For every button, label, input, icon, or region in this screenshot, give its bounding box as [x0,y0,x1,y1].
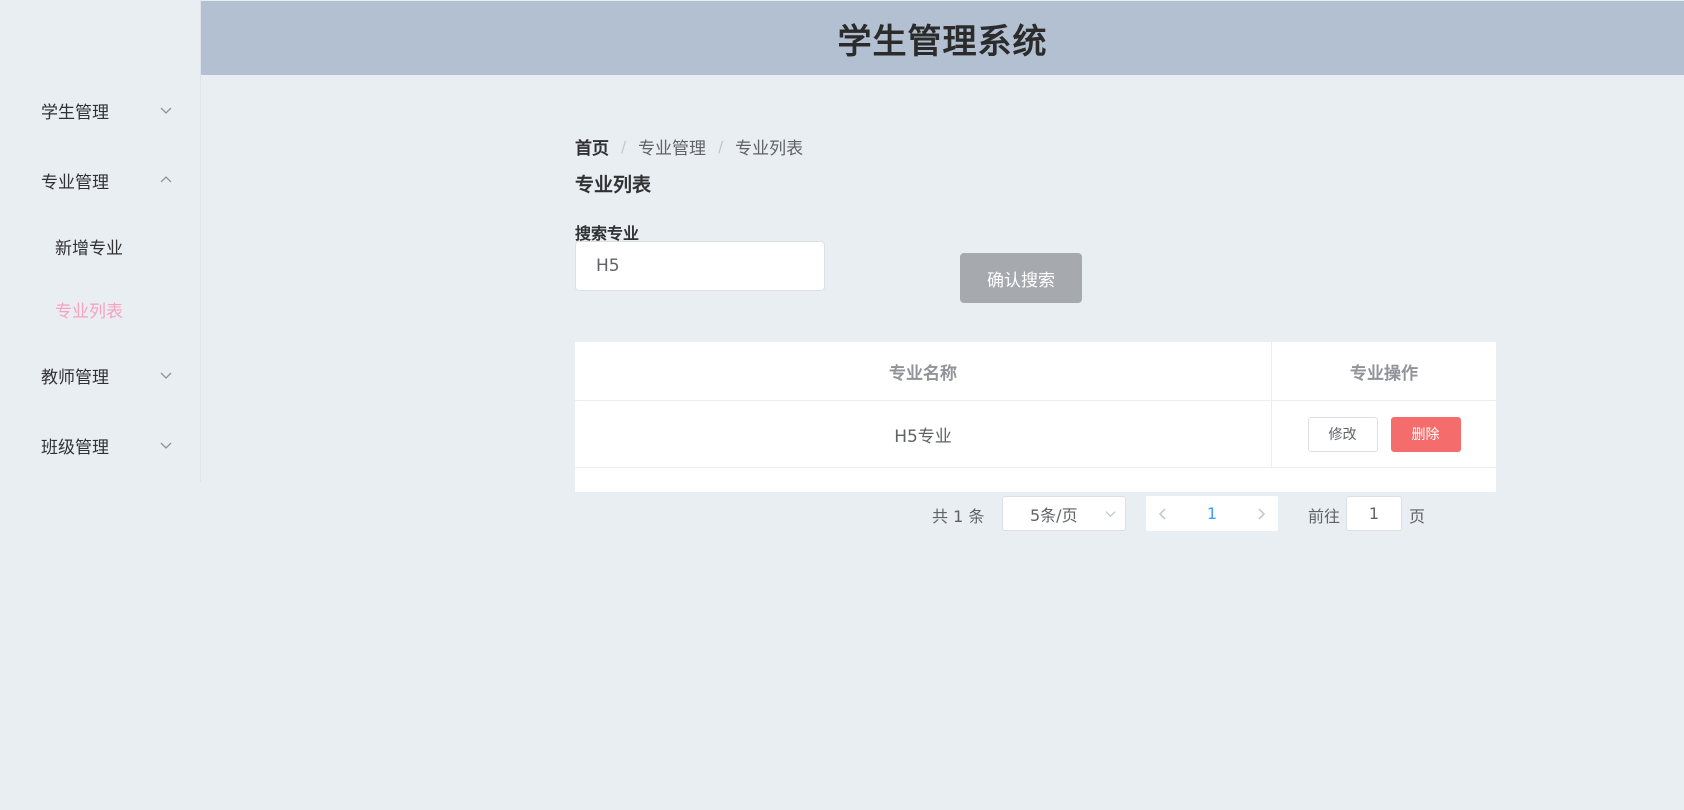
page-number-current[interactable]: 1 [1192,496,1232,531]
chevron-down-icon [1105,511,1116,518]
sidebar-item-student-management[interactable]: 学生管理 [0,82,200,138]
edit-button[interactable]: 修改 [1307,416,1378,452]
app-root: 学生管理 专业管理 新增专业 专业列表 教师管理 班级管理 学生管理系统 首页 … [0,0,1684,810]
sidebar-item-label: 教师管理 [41,367,109,388]
chevron-down-icon [160,442,172,449]
column-header-major-name: 专业名称 [575,342,1272,400]
table-row: H5专业 修改 删除 [575,401,1496,468]
sidebar-item-major-management[interactable]: 专业管理 [0,152,200,208]
page-header: 学生管理系统 [201,1,1684,75]
app-title: 学生管理系统 [837,21,1048,62]
confirm-search-button[interactable]: 确认搜索 [960,253,1082,303]
breadcrumb-separator: / [621,137,627,156]
sidebar: 学生管理 专业管理 新增专业 专业列表 教师管理 班级管理 [0,0,201,482]
sidebar-item-class-management[interactable]: 班级管理 [0,417,200,473]
major-name-cell: H5专业 [575,401,1272,467]
page-title: 专业列表 [575,174,652,196]
breadcrumb: 首页 / 专业管理 / 专业列表 [575,134,804,160]
sidebar-item-teacher-management[interactable]: 教师管理 [0,347,200,403]
breadcrumb-home[interactable]: 首页 [575,134,609,159]
pager: 1 [1146,496,1278,531]
sidebar-item-label: 专业列表 [55,301,123,322]
pagination-total: 共 1 条 [932,507,985,526]
goto-suffix: 页 [1409,507,1426,526]
column-header-major-actions: 专业操作 [1350,363,1418,384]
goto-page-input[interactable] [1346,496,1402,531]
page-size-select[interactable]: 5条/页 [1002,496,1126,531]
breadcrumb-separator: / [718,137,724,156]
sidebar-item-label: 班级管理 [41,437,109,458]
chevron-left-icon [1158,507,1166,520]
sidebar-item-major-list[interactable]: 专业列表 [0,281,200,337]
sidebar-item-label: 专业管理 [41,172,109,193]
sidebar-item-label: 新增专业 [55,238,123,259]
major-actions-cell: 修改 删除 [1272,401,1496,467]
major-table: 专业名称 专业操作 H5专业 修改 删除 [575,342,1496,492]
sidebar-item-add-major[interactable]: 新增专业 [0,218,200,274]
chevron-right-icon [1258,507,1266,520]
breadcrumb-major-list: 专业列表 [735,139,804,159]
chevron-up-icon [160,176,172,183]
chevron-down-icon [160,107,172,114]
delete-button[interactable]: 删除 [1390,416,1461,452]
prev-page-button[interactable] [1146,496,1180,531]
next-page-button[interactable] [1244,496,1278,531]
search-input[interactable] [575,241,825,291]
goto-label: 前往 [1308,507,1341,526]
breadcrumb-major-management: 专业管理 [638,139,707,159]
chevron-down-icon [160,372,172,379]
table-header-row: 专业名称 专业操作 [575,342,1496,401]
page-size-value: 5条/页 [1030,505,1078,525]
sidebar-item-label: 学生管理 [41,102,109,123]
